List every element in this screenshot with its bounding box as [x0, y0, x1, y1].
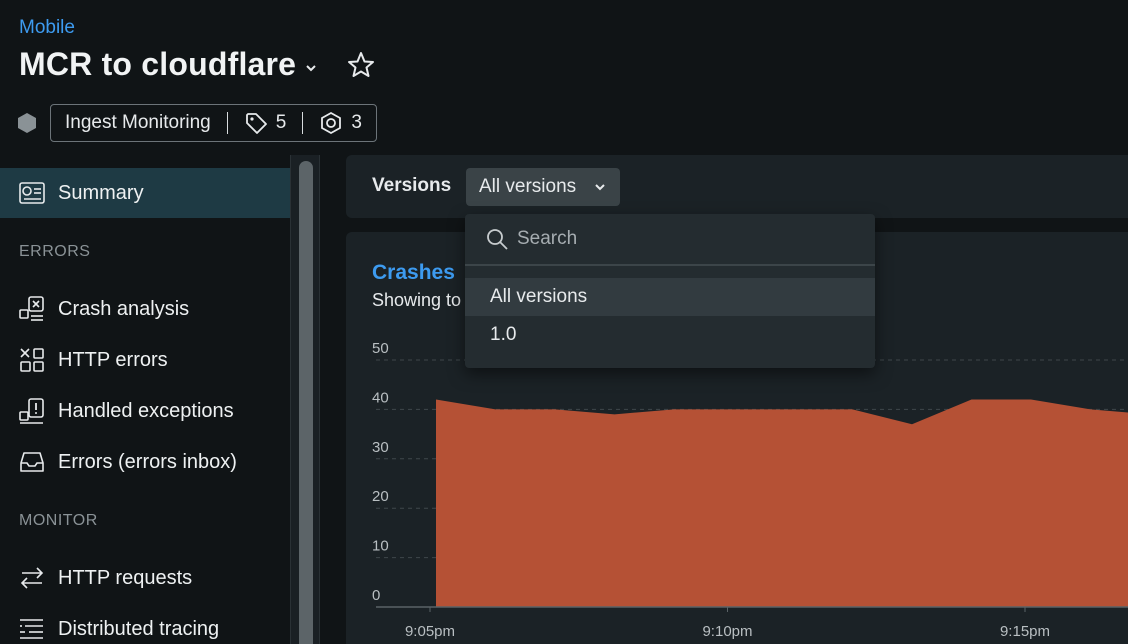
page-title: MCR to cloudflare [19, 46, 297, 82]
http-requests-icon [20, 567, 44, 589]
versions-label: Versions [372, 175, 452, 196]
y-tick-label: 0 [372, 587, 380, 604]
sidebar-item-summary[interactable]: Summary [0, 168, 290, 218]
crashes-area-series[interactable] [436, 399, 1128, 607]
search-input[interactable] [517, 228, 857, 250]
breadcrumb[interactable]: Mobile [19, 17, 75, 39]
sidebar-item-label: Handled exceptions [58, 399, 234, 422]
distributed-tracing-icon [20, 619, 43, 639]
y-tick-label: 40 [372, 389, 389, 406]
tag-icon[interactable] [244, 111, 268, 135]
versions-select[interactable]: All versions [466, 168, 620, 206]
sidebar-item-crash-analysis[interactable]: Crash analysis [0, 284, 290, 334]
card-title[interactable]: Crashes [372, 261, 455, 285]
dropdown-search [465, 214, 875, 266]
y-tick-label: 30 [372, 439, 389, 456]
entity-meta: Ingest Monitoring 5 3 [16, 104, 377, 142]
account-name[interactable]: Ingest Monitoring [65, 112, 211, 134]
entity-meta-box[interactable]: Ingest Monitoring 5 3 [50, 104, 377, 142]
sidebar-item-label: HTTP requests [58, 566, 193, 589]
divider [302, 112, 304, 134]
sidebar-scrollbar[interactable] [290, 155, 320, 644]
y-tick-label: 10 [372, 538, 389, 555]
x-tick-label: 9:10pm [702, 623, 752, 640]
crashes-chart: 0 10 20 30 40 50 9:05pm 9:10pm 9:15pm [372, 340, 1128, 640]
dropdown-option-1-0[interactable]: 1.0 [465, 316, 875, 354]
chevron-down-icon [595, 184, 605, 191]
card-subtitle: Showing to [372, 290, 462, 310]
search-icon [487, 229, 508, 250]
dropdown-option-all-versions[interactable]: All versions [465, 278, 875, 316]
sidebar-item-errors-inbox[interactable]: Errors (errors inbox) [0, 437, 290, 487]
sidebar-nav: Summary ERRORS Crash analysis HTTP error… [0, 155, 290, 644]
sidebar-item-label: Errors (errors inbox) [58, 450, 237, 473]
sidebar-item-label: Summary [58, 181, 144, 204]
y-tick-label: 50 [372, 340, 389, 357]
y-tick-label: 20 [372, 488, 389, 505]
versions-dropdown: All versions 1.0 [465, 214, 875, 368]
sidebar-item-handled-exceptions[interactable]: Handled exceptions [0, 386, 290, 436]
title-row: MCR to cloudflare [19, 46, 376, 83]
chevron-down-icon[interactable] [304, 61, 318, 75]
section-label-monitor: MONITOR [19, 512, 98, 529]
sidebar-item-label: Distributed tracing [58, 617, 220, 640]
sidebar-item-http-requests[interactable]: HTTP requests [0, 553, 290, 603]
section-label-errors: ERRORS [19, 243, 91, 260]
versions-select-value: All versions [479, 176, 577, 197]
inbox-icon [20, 452, 44, 472]
x-tick-label: 9:05pm [405, 623, 455, 640]
entity-type-icon [18, 113, 36, 133]
crash-analysis-icon [19, 296, 44, 321]
filter-bar [346, 155, 1128, 218]
sidebar-item-http-errors[interactable]: HTTP errors [0, 335, 290, 385]
sidebar-item-label: Crash analysis [58, 297, 190, 320]
related-entities-icon[interactable] [319, 111, 343, 135]
star-icon[interactable] [346, 50, 376, 80]
tag-count[interactable]: 5 [276, 112, 287, 134]
summary-icon [19, 182, 45, 204]
sidebar-item-distributed-tracing[interactable]: Distributed tracing [0, 604, 290, 644]
scrollbar-thumb[interactable] [299, 161, 313, 644]
related-count[interactable]: 3 [351, 112, 362, 134]
divider [226, 112, 228, 134]
handled-exceptions-icon [19, 398, 44, 424]
x-tick-label: 9:15pm [1000, 623, 1050, 640]
sidebar-item-label: HTTP errors [58, 348, 168, 371]
http-errors-icon [20, 348, 44, 372]
